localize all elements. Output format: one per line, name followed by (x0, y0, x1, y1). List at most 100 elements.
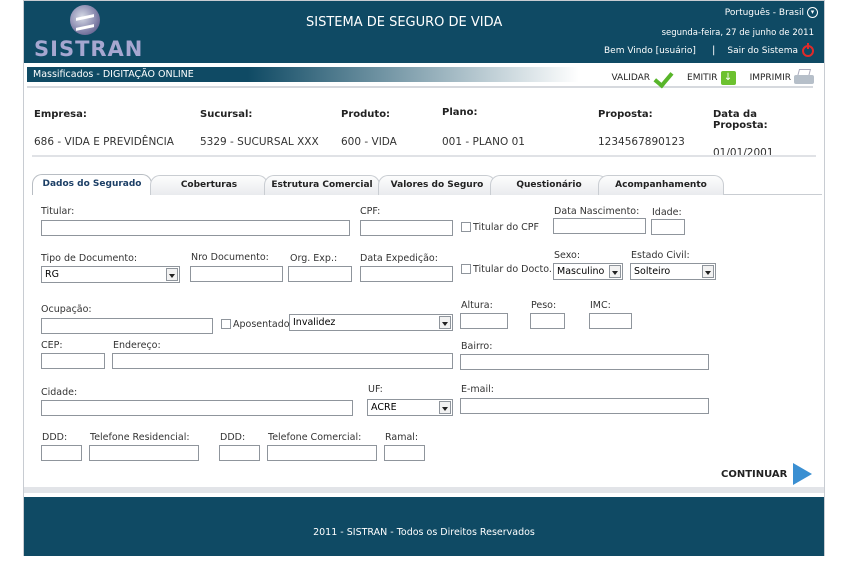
ddd-residencial-input[interactable] (41, 445, 82, 461)
altura-label: Altura: (461, 300, 493, 311)
current-date: segunda-feira, 27 de junho de 2011 (661, 28, 814, 38)
email-label: E-mail: (461, 384, 494, 395)
app-window: SISTRAN SISTEMA DE SEGURO DE VIDA Portug… (23, 0, 825, 556)
data-nascimento-input[interactable] (553, 218, 646, 234)
logo-text: SISTRAN (34, 37, 144, 61)
header-separator: | (712, 45, 716, 56)
aposentado-select[interactable]: Invalidez (289, 314, 453, 331)
peso-input[interactable] (530, 313, 565, 329)
info-produto: Produto: 600 - VIDA (341, 109, 397, 148)
sexo-select[interactable]: Masculino (553, 263, 623, 280)
imprimir-label: IMPRIMIR (749, 73, 791, 83)
footer-copyright: 2011 - SISTRAN - Todos os Direitos Reser… (313, 527, 535, 538)
emitir-label: EMITIR (687, 73, 718, 83)
uf-label: UF: (368, 384, 383, 395)
tab-dados-do-segurado[interactable]: Dados do Segurado (32, 174, 152, 195)
header: SISTRAN SISTEMA DE SEGURO DE VIDA Portug… (24, 1, 824, 63)
check-icon (653, 71, 673, 85)
imc-label: IMC: (590, 300, 611, 311)
tel-comercial-input[interactable] (267, 445, 377, 461)
aposentado-label: Aposentado (233, 319, 290, 330)
estado-civil-select[interactable]: Solteiro (630, 263, 716, 280)
logo-emblem-icon (70, 5, 100, 35)
aposentado-value: Invalidez (293, 317, 336, 328)
ocupacao-input[interactable] (41, 318, 213, 334)
ddd-comercial-input[interactable] (219, 445, 260, 461)
download-icon: ↓ (720, 71, 736, 85)
printer-icon (794, 69, 814, 87)
info-label: Proposta: (598, 109, 653, 120)
imc-input[interactable] (589, 313, 632, 329)
email-input[interactable] (460, 398, 709, 414)
estado-civil-label: Estado Civil: (631, 250, 690, 261)
cidade-input[interactable] (41, 400, 353, 416)
chevron-down-icon (609, 265, 621, 278)
tipo-documento-select[interactable]: RG (41, 266, 180, 283)
validar-label: VALIDAR (611, 73, 651, 83)
info-value: 001 - PLANO 01 (442, 136, 525, 148)
tab-acompanhamento[interactable]: Acompanhamento (598, 175, 724, 195)
emitir-button[interactable]: EMITIR ↓ (687, 69, 736, 87)
uf-select[interactable]: ACRE (367, 399, 453, 416)
tel-residencial-input[interactable] (89, 445, 199, 461)
validar-button[interactable]: VALIDAR (611, 69, 673, 87)
info-plano: Plano: 001 - PLANO 01 (442, 107, 525, 148)
org-exp-label: Org. Exp.: (290, 253, 338, 264)
tab-valores-do-seguro[interactable]: Valores do Seguro (378, 175, 496, 195)
language-selector[interactable]: Português - Brasil ▾ (725, 7, 818, 18)
data-expedicao-input[interactable] (360, 266, 453, 282)
form-dados-segurado: Titular: CPF: Titular do CPF Data Nascim… (24, 196, 824, 486)
tab-bar: Dados do Segurado Coberturas Estrutura C… (32, 173, 822, 195)
titular-docto-checkbox[interactable] (461, 264, 471, 274)
cpf-label: CPF: (360, 206, 381, 217)
footer: 2011 - SISTRAN - Todos os Direitos Reser… (24, 497, 824, 556)
chevron-down-icon (702, 265, 714, 278)
info-value: 600 - VIDA (341, 136, 397, 148)
tipo-documento-value: RG (45, 269, 59, 280)
ocupacao-label: Ocupação: (41, 304, 92, 315)
welcome-user: Bem Vindo [usuário] (604, 46, 696, 56)
sexo-label: Sexo: (554, 250, 581, 261)
logout-button[interactable]: Sair do Sistema (727, 43, 814, 57)
titular-input[interactable] (41, 220, 350, 236)
info-label: Data da Proposta: (713, 109, 768, 131)
cidade-label: Cidade: (41, 387, 78, 398)
tab-coberturas[interactable]: Coberturas (150, 175, 268, 195)
tipo-documento-label: Tipo de Documento: (41, 253, 138, 264)
ramal-input[interactable] (384, 445, 425, 461)
nro-documento-label: Nro Documento: (191, 252, 269, 263)
imprimir-button[interactable]: IMPRIMIR (750, 69, 814, 87)
cpf-input[interactable] (360, 220, 453, 236)
ddd-comercial-label: DDD: (220, 432, 246, 443)
info-label: Empresa: (34, 109, 87, 120)
altura-input[interactable] (460, 313, 508, 329)
info-value: 1234567890123 (598, 136, 685, 148)
tel-residencial-label: Telefone Residencial: (90, 432, 190, 443)
cep-label: CEP: (41, 340, 63, 351)
endereco-input[interactable] (112, 353, 453, 369)
titular-cpf-label: Titular do CPF (473, 222, 539, 233)
idade-input[interactable] (651, 219, 685, 235)
cep-input[interactable] (41, 353, 105, 369)
chevron-down-icon (166, 268, 178, 281)
info-value: 5329 - SUCURSAL XXX (200, 136, 319, 148)
divider (24, 487, 824, 493)
tab-questionario[interactable]: Questionário (490, 175, 608, 195)
sexo-value: Masculino (557, 266, 605, 277)
info-label: Plano: (442, 107, 478, 118)
chevron-down-icon (439, 401, 451, 414)
chevron-down-icon[interactable]: ▾ (807, 7, 818, 18)
peso-label: Peso: (531, 300, 557, 311)
org-exp-input[interactable] (288, 266, 352, 282)
sistran-logo: SISTRAN (32, 5, 142, 61)
power-icon[interactable] (802, 43, 814, 57)
continuar-button[interactable]: CONTINUAR (721, 463, 813, 485)
aposentado-checkbox[interactable] (221, 319, 231, 329)
chevron-down-icon (439, 316, 451, 329)
bairro-input[interactable] (460, 354, 709, 370)
tab-estrutura-comercial[interactable]: Estrutura Comercial (264, 175, 380, 195)
titular-label: Titular: (41, 206, 75, 217)
info-label: Sucursal: (200, 109, 253, 120)
nro-documento-input[interactable] (190, 266, 283, 282)
titular-cpf-checkbox[interactable] (461, 222, 471, 232)
